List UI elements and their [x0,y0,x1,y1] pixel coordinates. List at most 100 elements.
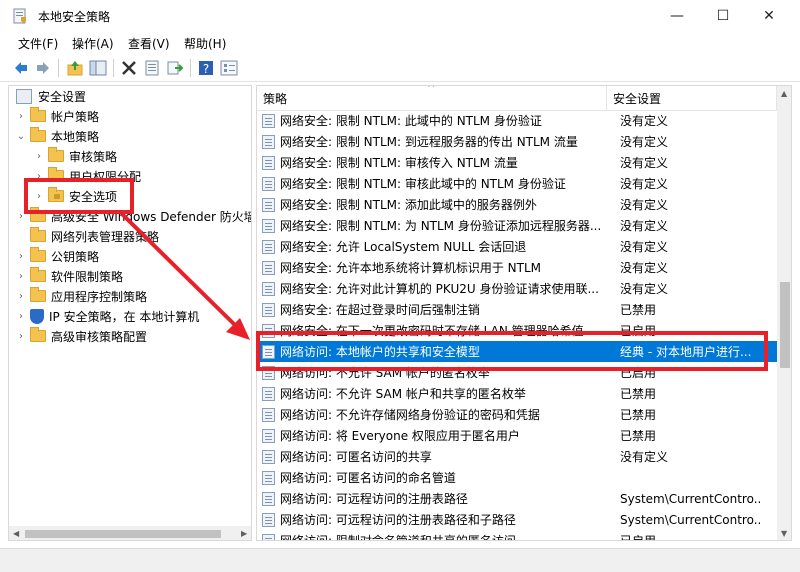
tree-item-app-control[interactable]: › 应用程序控制策略 [15,286,147,306]
up-icon[interactable] [66,59,84,77]
policy-name: 网络访问: 可匿名访问的共享 [280,450,432,464]
view-icon[interactable] [220,59,238,77]
chevron-right-icon[interactable]: › [15,331,27,342]
folder-icon [48,147,64,162]
policy-name: 网络安全: 限制 NTLM: 为 NTLM 身份验证添加远程服务器... [280,219,602,233]
list-row[interactable]: 网络安全: 允许本地系统将计算机标识用于 NTLM 没有定义 [257,257,777,278]
properties-icon[interactable] [143,59,161,77]
list-row[interactable]: 网络访问: 可匿名访问的共享 没有定义 [257,446,777,467]
toolbar-separator [58,59,59,77]
list-row[interactable]: 网络访问: 将 Everyone 权限应用于匿名用户 已禁用 [257,425,777,446]
menu-view[interactable]: 查看(V) [128,35,170,52]
back-icon[interactable] [12,59,30,77]
policy-name: 网络安全: 限制 NTLM: 此域中的 NTLM 身份验证 [280,114,542,128]
tree-item-audit-policy[interactable]: › 审核策略 [33,146,117,166]
tree-pane[interactable]: 安全设置 › 帐户策略 ⌄ 本地策略 › 审核策略 › 用户权限分配 › 安全选… [8,85,252,541]
chevron-down-icon[interactable]: ⌄ [15,131,27,142]
list-row[interactable]: 网络安全: 限制 NTLM: 添加此域中的服务器例外 没有定义 [257,194,777,215]
scroll-down-icon[interactable]: ▼ [781,529,787,538]
tree-item-local-policies[interactable]: ⌄ 本地策略 [15,126,99,146]
policy-name: 网络访问: 可远程访问的注册表路径 [280,492,468,506]
tree-item-account-policies[interactable]: › 帐户策略 [15,106,99,126]
export-icon[interactable] [166,59,184,77]
list-row[interactable]: 网络安全: 限制 NTLM: 此域中的 NTLM 身份验证 没有定义 [257,110,777,131]
policy-icon [262,491,275,506]
scroll-left-icon[interactable]: ◀ [13,529,19,538]
tree-item-label: 本地策略 [51,129,100,144]
list-row[interactable]: 网络安全: 限制 NTLM: 到远程服务器的传出 NTLM 流量 没有定义 [257,131,777,152]
list-row[interactable]: 网络访问: 可远程访问的注册表路径和子路径 System\CurrentContr… [257,509,777,530]
tree-item-public-key[interactable]: › 公钥策略 [15,246,99,266]
list-row[interactable]: 网络访问: 限制对命名管道和共享的匿名访问 已启用 [257,530,777,541]
list-vertical-scrollbar[interactable]: ▲ ▼ [777,86,791,540]
policy-name: 网络安全: 在超过登录时间后强制注销 [280,303,480,317]
list-row[interactable]: 网络访问: 可远程访问的注册表路径 System\CurrentContro... [257,488,777,509]
list-row[interactable]: 网络安全: 限制 NTLM: 审核此域中的 NTLM 身份验证 没有定义 [257,173,777,194]
policy-name: 网络安全: 允许本地系统将计算机标识用于 NTLM [280,261,542,275]
policy-name: 网络访问: 可远程访问的注册表路径和子路径 [280,513,516,527]
svg-text:?: ? [203,62,209,76]
scrollbar-thumb[interactable] [25,530,221,538]
policy-icon [262,386,275,401]
policy-setting: 已启用 [620,534,657,541]
scroll-right-icon[interactable]: ▶ [241,529,247,538]
tree-item-advanced-audit[interactable]: › 高级审核策略配置 [15,326,147,346]
policy-setting: 没有定义 [620,156,669,170]
list-row[interactable]: 网络访问: 不允许 SAM 帐户和共享的匿名枚举 已禁用 [257,383,777,404]
list-row[interactable]: 网络安全: 限制 NTLM: 为 NTLM 身份验证添加远程服务器... 没有定义 [257,215,777,236]
policy-name: 网络安全: 限制 NTLM: 添加此域中的服务器例外 [280,198,537,212]
list-row[interactable]: 网络安全: 允许对此计算机的 PKU2U 身份验证请求使用联... 没有定义 [257,278,777,299]
list-row[interactable]: 网络安全: 在超过登录时间后强制注销 已禁用 [257,299,777,320]
menu-action[interactable]: 操作(A) [72,35,114,52]
chevron-right-icon[interactable]: › [15,271,27,282]
column-header-policy[interactable]: 策略 ^ [257,86,607,110]
maximize-button[interactable]: ☐ [700,0,746,32]
toolbar-separator [190,59,191,77]
tree-item-ip-security[interactable]: › IP 安全策略，在 本地计算机 [15,306,199,326]
list-row[interactable]: 网络安全: 允许 LocalSystem NULL 会话回退 没有定义 [257,236,777,257]
policy-icon [262,470,275,485]
policy-icon [262,260,275,275]
scroll-up-icon[interactable]: ▲ [781,89,787,98]
list-row[interactable]: 网络访问: 可匿名访问的命名管道 [257,467,777,488]
policy-name: 网络安全: 限制 NTLM: 审核传入 NTLM 流量 [280,156,518,170]
tree-item-label: 软件限制策略 [51,269,124,284]
policy-setting: System\CurrentContro... [620,491,762,506]
tree-item-software-restriction[interactable]: › 软件限制策略 [15,266,123,286]
menu-file[interactable]: 文件(F) [18,35,58,52]
policy-setting: 没有定义 [620,198,669,212]
policy-setting: 没有定义 [620,282,669,296]
chevron-right-icon[interactable]: › [15,291,27,302]
policy-icon [262,134,275,149]
policy-setting: 已禁用 [620,303,657,317]
chevron-right-icon[interactable]: › [33,151,45,162]
policy-icon [262,239,275,254]
delete-icon[interactable] [120,59,138,77]
chevron-right-icon[interactable]: › [15,251,27,262]
policy-list-pane[interactable]: 策略 ^ 安全设置 网络安全: 限制 NTLM: 此域中的 NTLM 身份验证没… [256,85,792,541]
chevron-right-icon[interactable]: › [15,311,27,322]
tree-item-label: 网络列表管理器策略 [51,229,160,244]
toolbar: ? [0,54,800,82]
show-tree-icon[interactable] [89,59,107,77]
tree-item-network-list[interactable]: 网络列表管理器策略 [15,226,159,246]
list-row[interactable]: 网络安全: 限制 NTLM: 审核传入 NTLM 流量 没有定义 [257,152,777,173]
close-button[interactable]: ✕ [746,0,792,32]
scrollbar-thumb[interactable] [780,282,790,368]
policy-name: 网络访问: 不允许 SAM 帐户和共享的匿名枚举 [280,387,526,401]
tree-root[interactable]: 安全设置 [13,86,86,106]
tree-item-label: 应用程序控制策略 [51,289,148,304]
annotation-box-selected-policy [256,331,768,371]
forward-icon[interactable] [34,59,52,77]
tree-item-label: IP 安全策略，在 本地计算机 [49,309,200,324]
menu-help[interactable]: 帮助(H) [184,35,226,52]
chevron-right-icon[interactable]: › [15,111,27,122]
list-row[interactable]: 网络访问: 不允许存储网络身份验证的密码和凭据 已禁用 [257,404,777,425]
help-icon[interactable]: ? [197,59,215,77]
tree-horizontal-scrollbar[interactable]: ◀ ▶ [9,526,251,540]
menu-bar: 文件(F) 操作(A) 查看(V) 帮助(H) [0,32,800,54]
tree-item-label: 高级审核策略配置 [51,329,148,344]
status-bar [0,548,800,572]
column-header-setting[interactable]: 安全设置 [607,86,777,110]
minimize-button[interactable]: — [654,0,700,32]
